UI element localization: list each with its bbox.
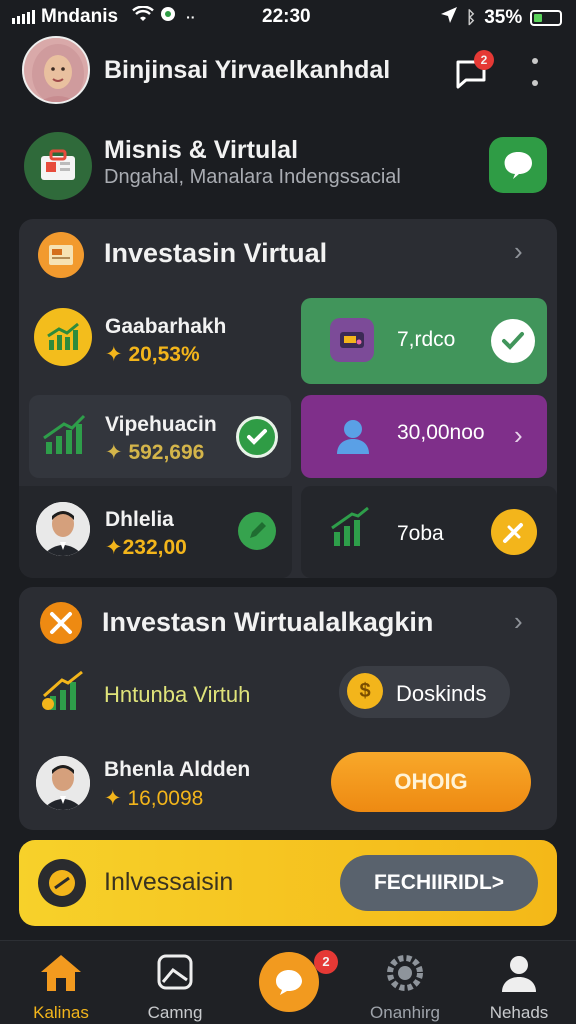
bar-chart-icon	[330, 506, 370, 553]
banner-button[interactable]: FECHIIRIDL>	[340, 855, 538, 911]
user-avatar[interactable]	[22, 36, 90, 104]
chat-bubble-icon	[276, 970, 302, 995]
document-icon	[38, 232, 84, 278]
nav-label: Nehads	[489, 1003, 549, 1022]
clock: 22:30	[262, 6, 311, 27]
section-title-investasi-2: Investasn Wirtualalkagkin	[102, 607, 434, 637]
tools-icon[interactable]	[491, 509, 537, 555]
item-value-text: 592,696	[128, 441, 205, 464]
nav-item-profile[interactable]: Nehads	[464, 952, 574, 1023]
crossed-tools-icon	[40, 602, 82, 644]
carrier-name: Mndanis	[41, 6, 119, 27]
nav-label: Kalinas	[33, 1003, 89, 1022]
growth-arrow-icon	[42, 414, 86, 461]
nav-item-onanhirg[interactable]: Onanhirg	[350, 952, 460, 1023]
item-name: Gaabarhakh	[105, 315, 227, 338]
person-icon	[502, 956, 536, 992]
chevron-right-icon[interactable]: ›	[514, 420, 523, 451]
person-name: Bhenla Aldden	[104, 758, 251, 781]
growth-hand-icon	[40, 670, 84, 717]
pencil-icon[interactable]	[238, 512, 276, 550]
bottom-tile-text: 7oba	[397, 522, 444, 545]
user-icon	[334, 416, 372, 459]
nav-item-camng[interactable]: Camng	[120, 952, 230, 1023]
more-menu-button[interactable]	[528, 58, 542, 86]
chevron-right-icon[interactable]: ›	[514, 236, 523, 267]
wifi-icon	[132, 5, 154, 28]
more-status-icon: ··	[186, 9, 196, 25]
spark-icon: ✦	[105, 441, 129, 464]
more-dot	[532, 58, 538, 64]
nav-item-home[interactable]: Kalinas	[6, 952, 116, 1023]
gallery-icon	[157, 954, 193, 990]
chevron-right-icon[interactable]: ›	[514, 606, 523, 637]
chat-badge: 2	[314, 950, 338, 974]
coin-icon	[38, 859, 86, 907]
home-icon	[41, 955, 81, 991]
nav-item-chat[interactable]	[259, 952, 319, 1012]
item-value: ✦ 20,53%	[105, 342, 200, 367]
battery-percent: 35%	[484, 7, 523, 28]
growth-chart-icon	[34, 308, 92, 366]
person-avatar	[36, 756, 90, 810]
person-value: ✦ 16,0098	[104, 786, 203, 811]
section2-item-label: Hntunba Virtuh	[104, 682, 251, 707]
verified-check-icon	[236, 416, 278, 458]
more-dot	[532, 80, 538, 86]
item-value-text: 232,00	[122, 536, 187, 559]
profile-subtitle: Dngahal, Manalara Indengssacial	[104, 166, 401, 188]
status-bar: Mndanis ·· 22:30 ᛒ 35%	[0, 0, 576, 34]
nav-label: Camng	[147, 1003, 203, 1022]
battery-icon	[530, 10, 563, 26]
business-icon	[24, 132, 92, 200]
location-badge-icon	[160, 6, 180, 28]
wallet-icon	[330, 318, 374, 362]
page-title: Binjinsai Yirvaelkanhdal	[104, 56, 391, 84]
pill-label: Doskinds	[396, 681, 487, 706]
nav-label: Onanhirg	[370, 1003, 440, 1022]
item-value: ✦ 592,696	[105, 440, 204, 465]
spark-icon: ✦	[105, 343, 129, 366]
profile-title: Misnis & Virtulal	[104, 136, 299, 164]
spark-icon: ✦	[105, 536, 123, 559]
notification-badge: 2	[474, 50, 494, 70]
signal-icon	[12, 10, 35, 24]
navigation-arrow-icon	[440, 6, 458, 30]
carrier-group: Mndanis ··	[12, 5, 196, 28]
dollar-coin-icon: $	[347, 673, 383, 709]
gear-icon	[387, 955, 423, 991]
item-name: Dhlelia	[105, 508, 174, 531]
status-right: ᛒ 35%	[440, 6, 563, 30]
purple-tile-text: 30,00noo	[397, 421, 485, 444]
check-circle-icon[interactable]	[491, 319, 535, 363]
spark-icon: ✦	[104, 787, 128, 810]
green-tile-text: 7,rdco	[397, 328, 456, 351]
person-avatar	[36, 502, 90, 556]
bluetooth-icon: ᛒ	[466, 8, 477, 27]
banner-label: Inlvessaisin	[104, 868, 234, 896]
orange-action-button[interactable]: OHOIG	[331, 752, 531, 812]
section-title-investasi: Investasin Virtual	[104, 238, 328, 268]
user-portrait-image	[24, 38, 88, 102]
person-value-text: 16,0098	[127, 787, 204, 810]
chat-leaf-icon	[504, 152, 532, 179]
item-value: ✦232,00	[105, 535, 187, 560]
battery-fill	[534, 14, 543, 22]
item-value-text: 20,53%	[128, 343, 200, 366]
item-name: Vipehuacin	[105, 413, 217, 436]
leaf-action-button[interactable]	[489, 137, 547, 193]
